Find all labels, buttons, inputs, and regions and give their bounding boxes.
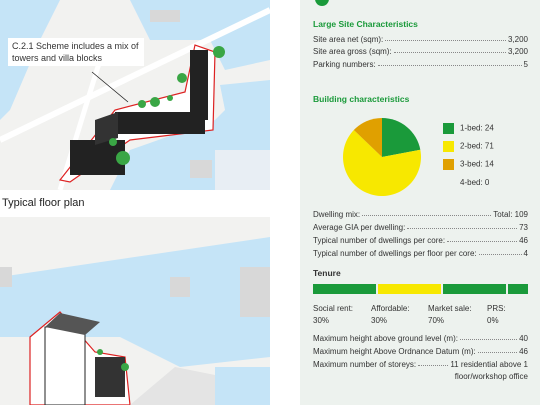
legend-3bed: 3-bed: 14 — [443, 159, 494, 170]
tenure-affordable: Affordable: 30% — [371, 304, 410, 325]
floor-plan-caption: Typical floor plan — [2, 197, 85, 209]
tenure-market: Market sale: 70% — [428, 304, 472, 325]
site-row-net: Site area net (sqm): 3,200 — [313, 35, 528, 44]
dwelling-gia-row: Average GIA per dwelling: 73 — [313, 223, 528, 232]
storeys-row: Maximum number of storeys: 11 residential… — [313, 360, 528, 369]
legend-2bed: 2-bed: 71 — [443, 141, 494, 152]
tenure-bar-segment-2 — [443, 284, 506, 294]
tenure-social: Social rent: 30% — [313, 304, 354, 325]
tenure-title: Tenure — [313, 268, 341, 278]
tenure-bar-segment-1 — [378, 284, 441, 294]
site-plan-drawing — [0, 0, 270, 190]
floor-plan-drawing — [0, 217, 270, 405]
legend-1bed: 1-bed: 24 — [443, 123, 494, 134]
dwelling-floor-row: Typical number of dwellings per floor pe… — [313, 249, 528, 258]
section-marker — [315, 0, 329, 6]
site-title: Large Site Characteristics — [313, 19, 418, 29]
left-panel: C.2.1 Scheme includes a mix of towers an… — [0, 0, 270, 405]
tenure-prs: PRS: 0% — [487, 304, 506, 325]
legend-1bed-swatch — [443, 123, 454, 134]
scheme-callout: C.2.1 Scheme includes a mix of towers an… — [8, 38, 144, 66]
dwelling-core-row: Typical number of dwellings per core: 46 — [313, 236, 528, 245]
tenure-bar-segment-3 — [508, 284, 528, 294]
site-row-parking: Parking numbers: 5 — [313, 60, 528, 69]
site-plan-map: C.2.1 Scheme includes a mix of towers an… — [0, 0, 270, 190]
tenure-bar-segment-0 — [313, 284, 376, 294]
legend-2bed-swatch — [443, 141, 454, 152]
site-row-gross: Site area gross (sqm): 3,200 — [313, 47, 528, 56]
building-title: Building characteristics — [313, 94, 410, 104]
dwelling-mix-row: Dwelling mix: Total: 109 — [313, 210, 528, 219]
storeys-row-line2: floor/workshop office — [454, 372, 528, 381]
characteristics-panel: Large Site Characteristics Site area net… — [300, 0, 540, 405]
legend-3bed-swatch — [443, 159, 454, 170]
legend-4bed: 4-bed: 0 — [460, 178, 490, 187]
height-ground-row: Maximum height above ground level (m): 40 — [313, 334, 528, 343]
dwelling-pie-chart — [343, 118, 421, 196]
floor-plan-map — [0, 217, 270, 405]
height-aod-row: Maximum height Above Ordnance Datum (m):… — [313, 347, 528, 356]
